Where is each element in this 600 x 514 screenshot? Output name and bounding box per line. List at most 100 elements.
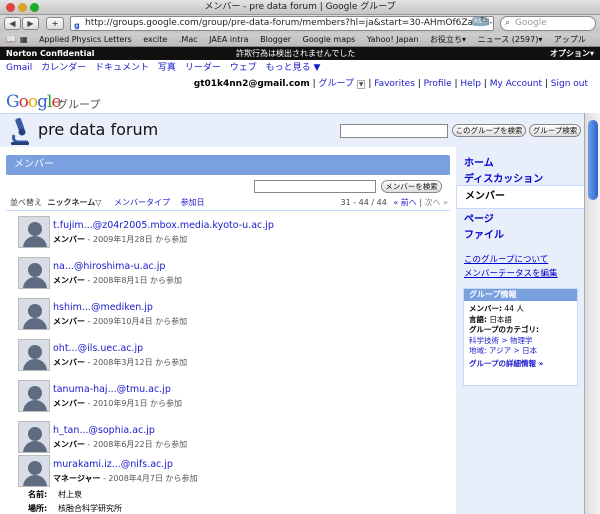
- minimize-window-button[interactable]: [18, 3, 27, 12]
- sort-joined[interactable]: 参加日: [181, 198, 205, 207]
- member-search-button[interactable]: メンバーを検索: [381, 180, 442, 193]
- bookmark-item[interactable]: Yahoo! Japan: [367, 35, 419, 44]
- nav-members[interactable]: メンバー: [456, 185, 584, 209]
- group-info-title: グループ情報: [464, 289, 577, 301]
- edit-membership-link[interactable]: メンバーテータスを編集: [464, 267, 558, 279]
- member-meta: メンバー - 2008年6月22日 から参加: [53, 439, 187, 450]
- sort-member-type[interactable]: メンバータイプ: [114, 198, 170, 207]
- members-count-label: メンバー:: [469, 304, 502, 313]
- groups-dropdown-icon[interactable]: ▼: [356, 80, 366, 89]
- bookmark-item[interactable]: .Mac: [179, 35, 198, 44]
- pager-next: 次へ »: [424, 198, 448, 207]
- group-info-box: グループ情報 メンバー: 44 人 言語: 日本語 グループのカテゴリ: 科学技…: [463, 288, 578, 386]
- more-link[interactable]: もっと見る ▼: [266, 63, 321, 73]
- avatar[interactable]: [18, 216, 50, 248]
- calendar-link[interactable]: カレンダー: [41, 63, 86, 73]
- google-services-bar: Gmail カレンダー ドキュメント 写真 リーダー ウェブ もっと見る ▼: [0, 60, 600, 77]
- member-meta: メンバー - 2009年10月4日 から参加: [53, 316, 187, 327]
- sign-out-link[interactable]: Sign out: [551, 79, 588, 89]
- member-email[interactable]: hshim...@mediken.jp: [53, 302, 153, 313]
- avatar[interactable]: [18, 339, 50, 371]
- reader-link[interactable]: リーダー: [185, 63, 221, 73]
- sort-row: 並べ替え ニックネーム▽ メンバータイプ 参加日 31 - 44 / 44 « …: [10, 197, 448, 209]
- avatar[interactable]: [18, 455, 50, 487]
- member-email[interactable]: h_tan...@sophia.ac.jp: [53, 425, 155, 436]
- reload-icon[interactable]: ↻: [480, 16, 488, 26]
- about-group-link[interactable]: このグループについて: [464, 253, 548, 265]
- member-email[interactable]: t.fujim...@z04r2005.mbox.media.kyoto-u.a…: [53, 220, 274, 231]
- members-count-line: メンバー: 44 人: [464, 304, 577, 315]
- language-value: 日本語: [489, 314, 512, 324]
- pager: 31 - 44 / 44 « 前へ | 次へ »: [340, 197, 448, 209]
- avatar[interactable]: [18, 380, 50, 412]
- back-button[interactable]: ◀: [4, 17, 21, 30]
- help-link[interactable]: Help: [460, 79, 481, 89]
- category-link[interactable]: 科学技術 > 物理学: [469, 336, 533, 345]
- documents-link[interactable]: ドキュメント: [95, 63, 149, 73]
- nav-discussions[interactable]: ディスカッション: [464, 170, 543, 185]
- groups-wordmark: グループ: [57, 98, 101, 111]
- nav-files[interactable]: ファイル: [464, 226, 504, 241]
- name-label: 名前:: [28, 490, 48, 499]
- address-bar[interactable]: g http://groups.google.com/group/pre-dat…: [70, 16, 494, 31]
- search-icon: ⌕: [505, 18, 511, 28]
- bookmark-item[interactable]: excite: [143, 35, 167, 44]
- member-email[interactable]: na...@hiroshima-u.ac.jp: [53, 261, 165, 272]
- my-account-link[interactable]: My Account: [490, 79, 542, 89]
- member-email[interactable]: murakami.iz...@nifs.ac.jp: [53, 459, 173, 470]
- member-role: メンバー: [53, 317, 85, 326]
- member-joined: - 2009年1月28日 から参加: [87, 235, 188, 244]
- language-label: 言語:: [469, 314, 487, 324]
- bookmarks-grid-icon[interactable]: ▦: [20, 35, 28, 44]
- bookmark-item[interactable]: Applied Physics Letters: [39, 35, 132, 44]
- bookmarks-book-icon[interactable]: 📖: [6, 35, 16, 44]
- bookmark-item[interactable]: お役立ち▾: [430, 35, 466, 44]
- vertical-scrollbar[interactable]: [584, 113, 600, 514]
- member-email[interactable]: oht...@ils.uec.ac.jp: [53, 343, 143, 354]
- member-meta: メンバー - 2009年1月28日 から参加: [53, 234, 187, 245]
- member-row: hshim...@mediken.jp メンバー - 2009年10月4日 から…: [18, 298, 438, 332]
- profile-link[interactable]: Profile: [424, 79, 452, 89]
- pager-prev[interactable]: « 前へ: [393, 198, 416, 207]
- member-joined: - 2009年10月4日 から参加: [87, 317, 188, 326]
- group-title[interactable]: pre data forum: [38, 120, 158, 139]
- bookmark-item[interactable]: アップル: [554, 35, 586, 44]
- photos-link[interactable]: 写真: [158, 63, 176, 73]
- search-this-group-button[interactable]: このグループを検索: [452, 124, 526, 137]
- member-joined: - 2010年9月1日 から参加: [87, 399, 183, 408]
- member-email[interactable]: tanuma-haj...@tmu.ac.jp: [53, 384, 171, 395]
- avatar[interactable]: [18, 257, 50, 289]
- sort-nickname[interactable]: ニックネーム▽: [48, 198, 102, 207]
- group-details-link[interactable]: グループの詳細情報 »: [469, 359, 544, 368]
- group-search-input[interactable]: [340, 124, 448, 138]
- place-value: 核融合科学研究所: [58, 504, 122, 513]
- member-name-detail: 名前: 村上泉: [28, 489, 82, 500]
- scrollbar-thumb[interactable]: [588, 120, 598, 200]
- norton-options-button[interactable]: オプション▾: [550, 47, 594, 60]
- bookmarks-bar: 📖 ▦ Applied Physics Letters excite .Mac J…: [0, 33, 600, 47]
- avatar[interactable]: [18, 298, 50, 330]
- region-link[interactable]: 地域: アジア > 日本: [469, 346, 537, 355]
- norton-label: Norton Confidential: [6, 49, 95, 58]
- member-role: メンバー: [53, 235, 85, 244]
- members-count: 44 人: [504, 304, 524, 313]
- add-bookmark-button[interactable]: +: [46, 17, 64, 30]
- bookmark-item[interactable]: Google maps: [303, 35, 356, 44]
- search-groups-button[interactable]: グループ検索: [529, 124, 581, 137]
- bookmark-item[interactable]: Blogger: [260, 35, 291, 44]
- avatar[interactable]: [18, 421, 50, 453]
- bookmark-item[interactable]: JAEA intra: [209, 35, 248, 44]
- forward-button[interactable]: ▶: [22, 17, 39, 30]
- nav-pages[interactable]: ページ: [464, 210, 494, 225]
- favorites-link[interactable]: Favorites: [374, 79, 415, 89]
- member-search-input[interactable]: [254, 180, 376, 193]
- web-link[interactable]: ウェブ: [230, 63, 257, 73]
- bookmark-item[interactable]: ニュース (2597)▾: [478, 35, 543, 44]
- nav-home[interactable]: ホーム: [464, 154, 494, 169]
- zoom-window-button[interactable]: [30, 3, 39, 12]
- google-logo[interactable]: Google: [6, 92, 61, 112]
- groups-link[interactable]: グループ: [319, 79, 354, 89]
- browser-search-field[interactable]: ⌕ Google: [500, 16, 596, 31]
- gmail-link[interactable]: Gmail: [6, 63, 32, 73]
- close-window-button[interactable]: [6, 3, 15, 12]
